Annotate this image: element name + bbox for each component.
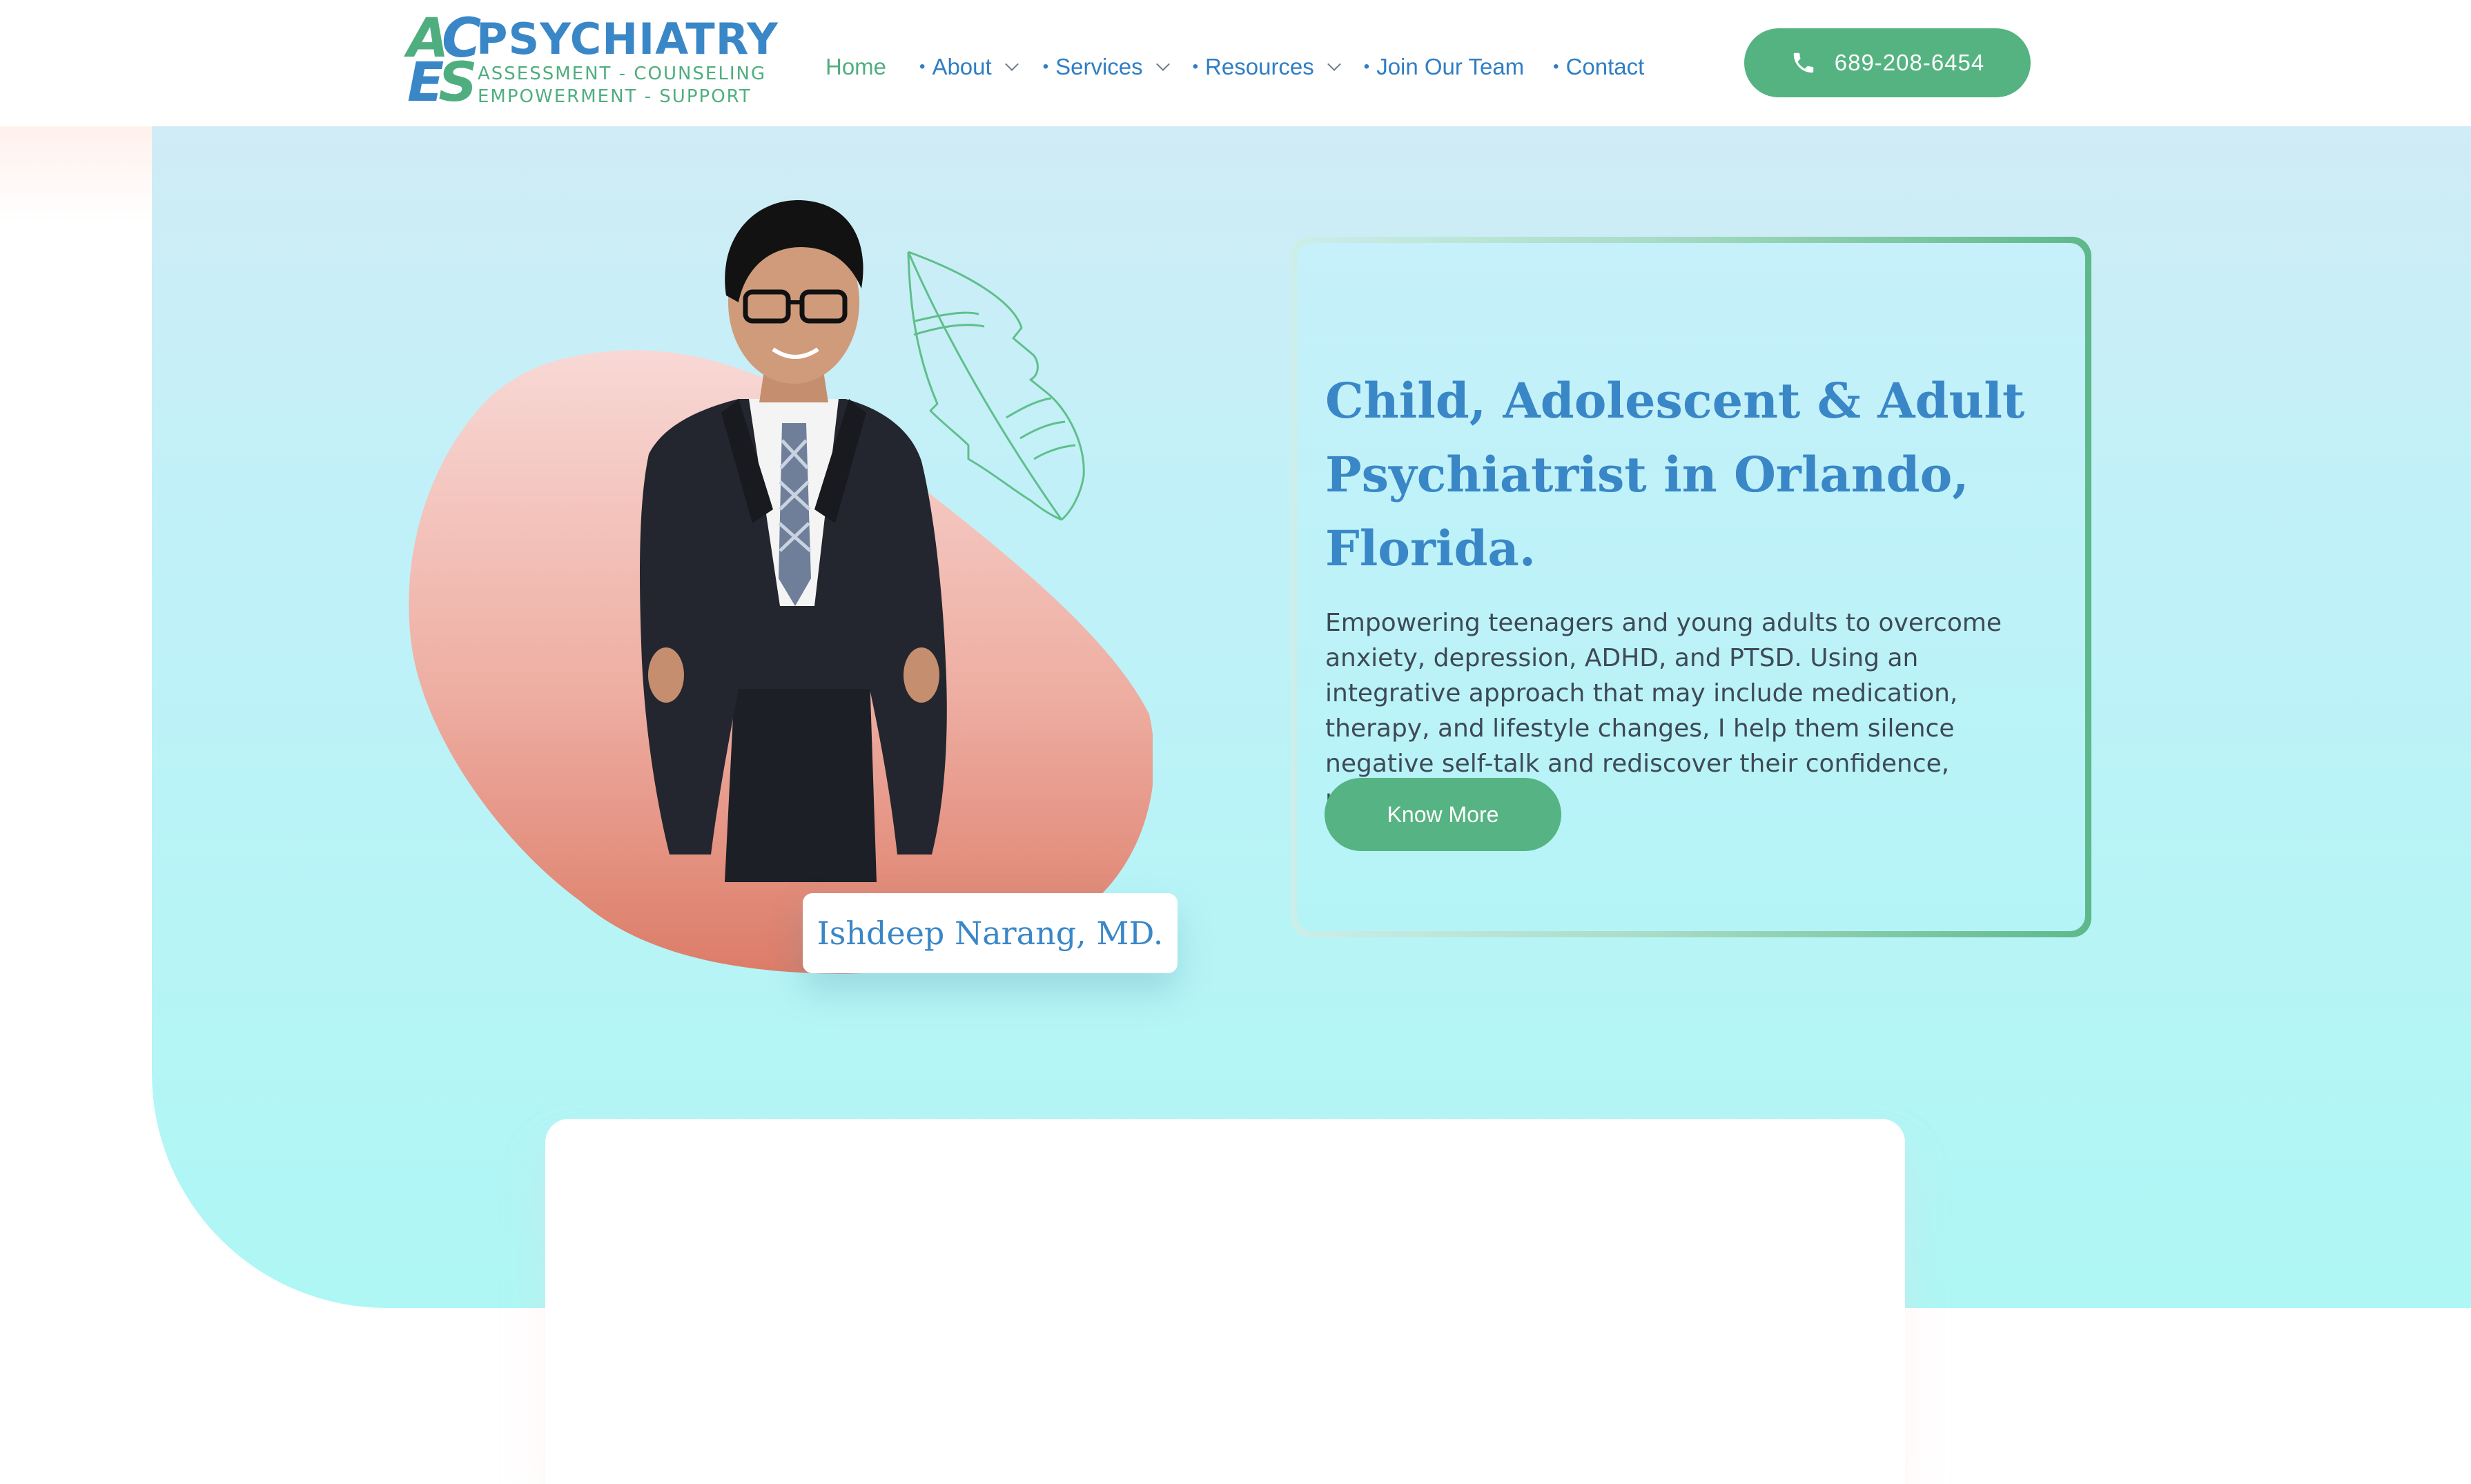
doctor-name: Ishdeep Narang, MD.	[817, 915, 1164, 952]
know-more-button[interactable]: Know More	[1325, 778, 1561, 851]
nav-home[interactable]: Home	[826, 54, 886, 80]
nav-about-label: About	[932, 54, 992, 79]
main-nav: Home • About • Services • Resources • Jo…	[826, 50, 1644, 84]
phone-icon	[1793, 52, 1813, 73]
nav-bullet: •	[919, 57, 926, 76]
know-more-label: Know More	[1387, 801, 1499, 827]
hero-heading-strong: Psychiatrist	[1325, 446, 1647, 503]
nav-bullet: •	[1042, 57, 1049, 76]
nav-bullet: •	[1192, 57, 1199, 76]
doctor-name-card: Ishdeep Narang, MD.	[803, 893, 1178, 973]
logo-subtitle-line2: EMPOWERMENT - SUPPORT	[478, 86, 752, 107]
nav-bullet: •	[1363, 57, 1370, 76]
phone-call-button[interactable]: 689-208-6454	[1744, 28, 2031, 97]
hero-heading-line1: Child, Adolescent & Adult	[1325, 372, 2025, 429]
nav-home-label: Home	[826, 54, 887, 79]
logo-mark: AC ES	[407, 8, 481, 114]
logo-title: PSYCHIATRY	[476, 14, 779, 64]
nav-resources[interactable]: • Resources	[1192, 54, 1341, 80]
nav-services-label: Services	[1055, 54, 1143, 79]
hero-heading: Child, Adolescent & Adult Psychiatrist in…	[1325, 364, 2029, 585]
nav-contact-label: Contact	[1565, 54, 1645, 79]
chevron-down-icon[interactable]	[1155, 57, 1170, 71]
content-panel	[545, 1119, 1905, 1484]
chevron-down-icon[interactable]	[1004, 57, 1019, 71]
doctor-portrait	[640, 199, 947, 882]
nav-join-label: Join Our Team	[1376, 54, 1525, 79]
nav-services[interactable]: • Services	[1042, 54, 1170, 80]
site-header: AC ES PSYCHIATRY ASSESSMENT - COUNSELING…	[0, 0, 2471, 126]
nav-join-our-team[interactable]: • Join Our Team	[1364, 54, 1524, 80]
nav-resources-label: Resources	[1205, 54, 1314, 79]
chevron-down-icon[interactable]	[1327, 57, 1341, 71]
hero-info-card: Child, Adolescent & Adult Psychiatrist in…	[1291, 237, 2091, 937]
nav-contact[interactable]: • Contact	[1553, 54, 1644, 80]
nav-bullet: •	[1553, 57, 1559, 76]
site-logo[interactable]: AC ES PSYCHIATRY ASSESSMENT - COUNSELING…	[406, 8, 778, 114]
hero-info-card-inner: Child, Adolescent & Adult Psychiatrist in…	[1297, 243, 2085, 931]
phone-number: 689-208-6454	[1834, 50, 1985, 75]
logo-subtitle-line1: ASSESSMENT - COUNSELING	[478, 64, 767, 84]
nav-about[interactable]: • About	[919, 54, 1019, 80]
